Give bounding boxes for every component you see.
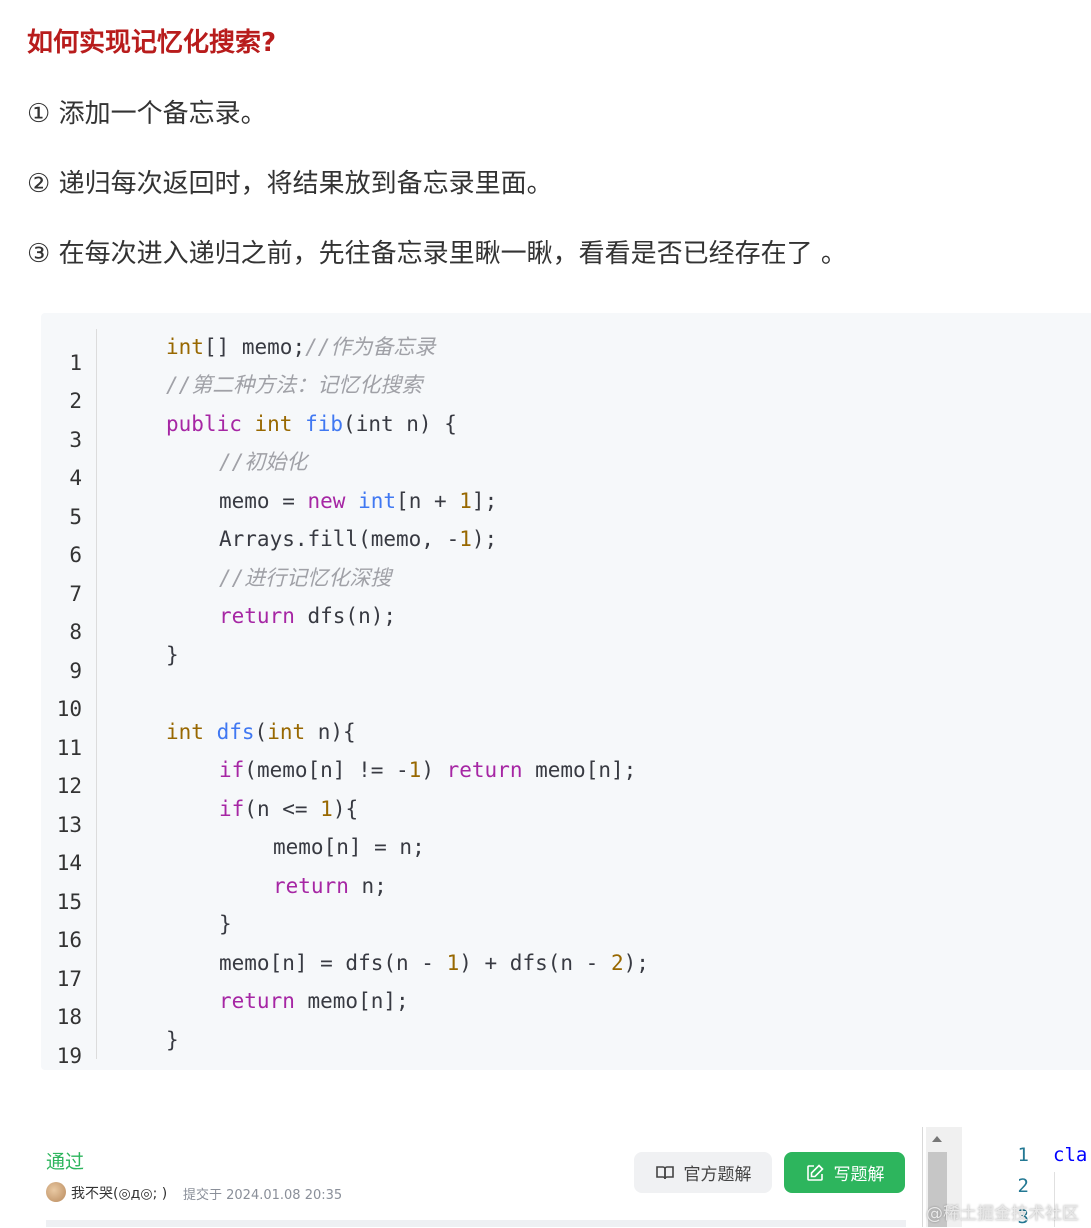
line-number: 1 [69, 351, 82, 375]
line-number: 6 [69, 543, 82, 567]
step-3: ③ 在每次进入递归之前，先往备忘录里瞅一瞅，看看是否已经存在了 。 [27, 239, 847, 269]
code-line: memo = new int[n + 1]; [219, 489, 498, 513]
official-solution-button[interactable]: 官方题解 [634, 1152, 772, 1193]
line-number: 19 [56, 1044, 82, 1068]
line-number: 2 [69, 389, 82, 413]
official-solution-label: 官方题解 [683, 1165, 752, 1185]
line-number: 4 [69, 466, 82, 490]
author-name[interactable]: 我不哭(◎д◎; ) [71, 1183, 167, 1203]
code-line: if(memo[n] != -1) return memo[n]; [219, 758, 637, 782]
article-heading: 如何实现记忆化搜索? [27, 28, 277, 58]
watermark: @稀土掘金技术社区 [926, 1204, 1079, 1224]
code-line: public int fib(int n) { [166, 412, 457, 436]
line-number: 7 [69, 582, 82, 606]
code-line: return memo[n]; [219, 989, 409, 1013]
line-number: 10 [56, 697, 82, 721]
status-passed: 通过 [46, 1151, 85, 1173]
submission-time: 提交于 2024.01.08 20:35 [183, 1188, 343, 1203]
write-solution-label: 写题解 [833, 1165, 885, 1185]
code-line: return n; [273, 874, 387, 898]
editor-code-text[interactable]: cla [1053, 1144, 1087, 1166]
line-number: 3 [69, 428, 82, 452]
line-number: 15 [56, 890, 82, 914]
line-number: 8 [69, 620, 82, 644]
line-number: 13 [56, 813, 82, 837]
panel-divider[interactable] [922, 1127, 923, 1227]
line-number-gutter: 1 2 3 4 5 6 7 8 9 10 11 12 13 14 15 16 1… [41, 329, 97, 1068]
code-line: } [219, 912, 232, 936]
code-block: 1 2 3 4 5 6 7 8 9 10 11 12 13 14 15 16 1… [41, 313, 1091, 1070]
result-panel [46, 1220, 906, 1227]
book-icon [655, 1165, 674, 1179]
code-line: memo[n] = n; [273, 835, 425, 859]
edit-icon [806, 1163, 824, 1181]
editor-line-number: 2 [1017, 1175, 1029, 1197]
step-2: ② 递归每次返回时，将结果放到备忘录里面。 [27, 169, 553, 199]
line-number: 17 [56, 967, 82, 991]
line-number: 5 [69, 505, 82, 529]
editor-line-number: 1 [1017, 1144, 1029, 1166]
scroll-up-arrow-icon[interactable] [932, 1136, 942, 1142]
code-line: int[] memo;//作为备忘录 [166, 335, 436, 359]
step-1: ① 添加一个备忘录。 [27, 99, 267, 129]
avatar[interactable] [46, 1182, 66, 1202]
code-line: if(n <= 1){ [219, 797, 359, 821]
line-number: 18 [56, 1005, 82, 1029]
line-number: 14 [56, 851, 82, 875]
code-line: int dfs(int n){ [166, 720, 356, 744]
code-line: } [166, 1028, 179, 1052]
line-number: 9 [69, 659, 82, 683]
code-line: Arrays.fill(memo, -1); [219, 527, 498, 551]
code-line: //第二种方法：记忆化搜索 [166, 373, 423, 397]
code-line: memo[n] = dfs(n - 1) + dfs(n - 2); [219, 951, 649, 975]
line-number: 16 [56, 928, 82, 952]
line-number: 12 [56, 774, 82, 798]
code-line: } [166, 643, 179, 667]
code-line: return dfs(n); [219, 604, 397, 628]
write-solution-button[interactable]: 写题解 [784, 1152, 905, 1193]
code-line: //初始化 [219, 450, 308, 474]
line-number: 11 [56, 736, 82, 760]
code-line: //进行记忆化深搜 [219, 566, 392, 590]
